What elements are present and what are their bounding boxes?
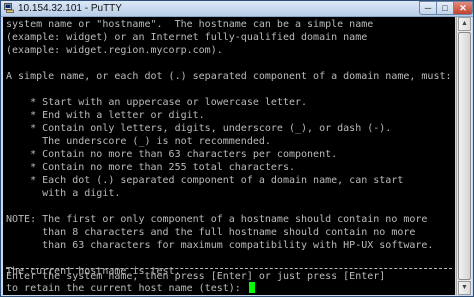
scroll-up-icon[interactable]: ▲ [458, 17, 471, 31]
terminal-line: than 63 characters for maximum compatibi… [6, 240, 434, 251]
terminal-line: * Contain only letters, digits, undersco… [6, 123, 392, 134]
window-title: 10.154.32.101 - PuTTY [18, 3, 122, 14]
putty-app-icon[interactable] [4, 3, 14, 13]
terminal-line: * End with a letter or digit. [6, 110, 205, 121]
maximize-button[interactable]: □ [436, 1, 454, 15]
scroll-down-icon[interactable]: ▼ [458, 281, 471, 295]
terminal-line: (example: widget) or an Internet fully-q… [6, 32, 368, 43]
scrollbar-thumb[interactable] [458, 32, 471, 280]
terminal-line: * Contain no more than 63 characters per… [6, 149, 338, 160]
terminal-area[interactable]: system name or "hostname". The hostname … [3, 17, 455, 295]
terminal-line: system name or "hostname". The hostname … [6, 19, 374, 30]
close-button[interactable]: ✕ [453, 1, 473, 15]
text-cursor [248, 282, 255, 293]
terminal-line: A simple name, or each dot (.) separated… [6, 71, 452, 82]
terminal-line: * Each dot (.) separated component of a … [6, 175, 404, 186]
terminal-line: with a digit. [6, 188, 121, 199]
terminal-divider [6, 268, 452, 269]
terminal-line: * Contain no more than 255 total charact… [6, 162, 295, 173]
putty-window: 10.154.32.101 - PuTTY ─ □ ✕ system name … [0, 0, 474, 297]
terminal-line: NOTE: The first or only component of a h… [6, 214, 428, 225]
terminal-line: The underscore (_) is not recommended. [6, 136, 271, 147]
vertical-scrollbar[interactable]: ▲ ▼ [456, 17, 472, 295]
minimize-button[interactable]: ─ [419, 1, 437, 15]
terminal-line: (example: widget.region.mycorp.com). [6, 45, 223, 56]
terminal-line: than 8 characters and the full hostname … [6, 227, 416, 238]
terminal-line: * Start with an uppercase or lowercase l… [6, 97, 308, 108]
prompt-line: to retain the current host name (test): [6, 282, 255, 295]
title-bar[interactable]: 10.154.32.101 - PuTTY ─ □ ✕ [1, 1, 473, 17]
